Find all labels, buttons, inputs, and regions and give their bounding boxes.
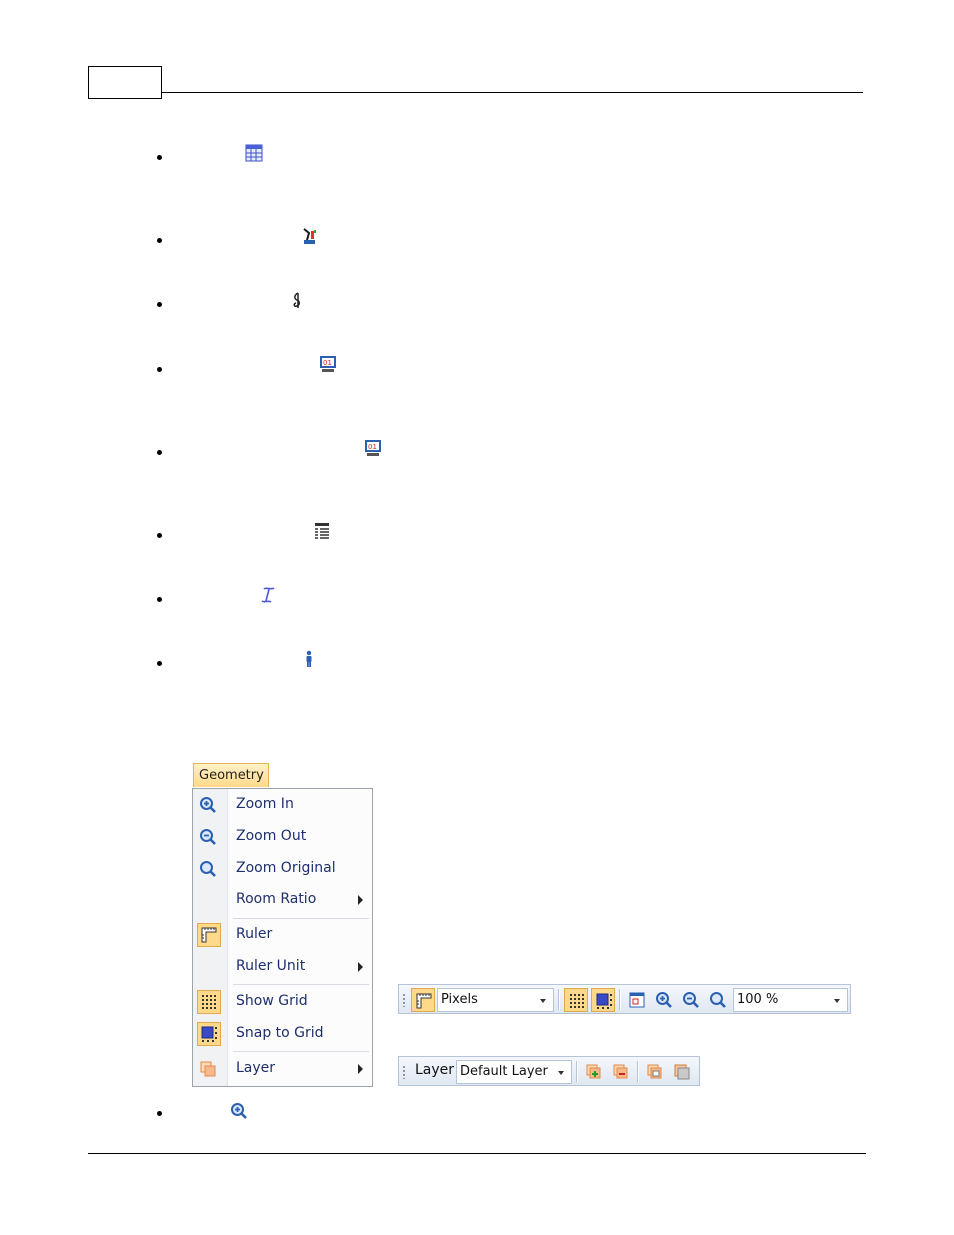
remove-layer-icon xyxy=(613,1064,628,1079)
menu-item-label: Zoom Original xyxy=(236,860,336,876)
snap-to-grid-button[interactable] xyxy=(591,988,615,1012)
ruler-icon xyxy=(416,993,432,1009)
menu-item-ruler-unit[interactable]: Ruler Unit xyxy=(193,952,372,982)
room-ratio-icon xyxy=(629,992,645,1008)
toolbar-separator xyxy=(576,1061,578,1082)
toolbar-separator xyxy=(637,1061,639,1082)
menu-separator xyxy=(233,1051,369,1052)
table-grid-icon xyxy=(245,144,263,162)
svg-text:01: 01 xyxy=(323,359,332,367)
grid-icon xyxy=(197,990,221,1014)
layer-toolbar: Layer Default Layer xyxy=(398,1056,700,1086)
binary-monitor-icon: 01 xyxy=(320,356,336,372)
binary-monitor-icon: 01 xyxy=(365,440,381,456)
submenu-arrow-icon xyxy=(358,895,363,905)
menu-item-zoom-out[interactable]: Zoom Out xyxy=(193,822,372,852)
menu-separator xyxy=(233,984,369,985)
submenu-arrow-icon xyxy=(358,962,363,972)
bullet xyxy=(157,155,162,160)
bullet xyxy=(157,661,162,666)
page-number-box xyxy=(88,66,162,99)
add-layer-icon xyxy=(586,1064,601,1079)
bullet xyxy=(157,1111,162,1116)
music-note-icon xyxy=(293,292,300,308)
menu-item-show-grid[interactable]: Show Grid xyxy=(193,987,372,1017)
layer-select[interactable]: Default Layer xyxy=(456,1060,572,1084)
list-icon xyxy=(315,523,329,539)
submenu-arrow-icon xyxy=(358,1064,363,1074)
add-layer-button[interactable] xyxy=(582,1060,606,1084)
zoom-in-icon xyxy=(656,992,672,1008)
bullet xyxy=(157,597,162,602)
zoom-in-button[interactable] xyxy=(652,988,676,1012)
geometry-menu-tab[interactable]: Geometry xyxy=(193,763,269,787)
footer-rule xyxy=(88,1153,866,1154)
menu-item-label: Zoom In xyxy=(236,796,294,812)
bullet xyxy=(157,302,162,307)
toolbar-separator xyxy=(619,989,621,1010)
menu-item-room-ratio[interactable]: Room Ratio xyxy=(193,885,372,915)
ruler-unit-select[interactable]: Pixels xyxy=(437,988,554,1012)
ruler-icon xyxy=(197,923,221,947)
show-grid-button[interactable] xyxy=(564,988,588,1012)
toolbar-grip[interactable] xyxy=(403,1065,405,1079)
bullet xyxy=(157,238,162,243)
menu-item-label: Zoom Out xyxy=(236,828,307,844)
zoom-original-icon xyxy=(200,861,216,877)
geometry-menu: Zoom In Zoom Out Zoom Original Room Rati… xyxy=(192,788,373,1087)
dropdown-arrow-icon xyxy=(834,999,840,1003)
person-icon xyxy=(306,650,312,667)
toolbar-grip[interactable] xyxy=(403,993,405,1007)
zoom-level-select[interactable]: 100 % xyxy=(733,988,848,1012)
menu-item-zoom-in[interactable]: Zoom In xyxy=(193,790,372,820)
layer-properties-icon xyxy=(647,1064,662,1079)
bullet xyxy=(157,367,162,372)
menu-item-label: Ruler xyxy=(236,926,273,942)
menu-item-zoom-original[interactable]: Zoom Original xyxy=(193,854,372,884)
layers-icon xyxy=(200,1061,216,1077)
zoom-out-button[interactable] xyxy=(679,988,703,1012)
snap-grid-icon xyxy=(197,1022,221,1046)
zoom-level-value: 100 % xyxy=(737,992,779,1007)
menu-item-layer[interactable]: Layer xyxy=(193,1054,372,1084)
ruler-button[interactable] xyxy=(411,988,435,1012)
zoom-original-icon xyxy=(710,992,726,1008)
zoom-out-icon xyxy=(200,829,216,845)
menu-item-label: Show Grid xyxy=(236,993,308,1009)
bullet xyxy=(157,533,162,538)
menu-item-label: Ruler Unit xyxy=(236,958,306,974)
ruler-unit-value: Pixels xyxy=(441,992,478,1007)
remove-layer-button[interactable] xyxy=(609,1060,633,1084)
menu-item-label: Layer xyxy=(236,1060,276,1076)
dropdown-arrow-icon xyxy=(540,999,546,1003)
dropdown-arrow-icon xyxy=(558,1071,564,1075)
menu-separator xyxy=(233,918,369,919)
layer-label: Layer xyxy=(415,1062,455,1078)
menu-item-label: Room Ratio xyxy=(236,891,317,907)
robot-arm-icon xyxy=(303,228,316,244)
snap-grid-icon xyxy=(596,993,612,1009)
header-rule xyxy=(162,92,863,93)
svg-text:01: 01 xyxy=(368,443,377,451)
menu-item-snap-to-grid[interactable]: Snap to Grid xyxy=(193,1019,372,1049)
bullet xyxy=(157,450,162,455)
menu-item-label: Snap to Grid xyxy=(236,1025,324,1041)
italic-formula-icon xyxy=(261,587,275,603)
zoom-original-button[interactable] xyxy=(706,988,730,1012)
layer-properties-button[interactable] xyxy=(643,1060,667,1084)
menu-item-ruler[interactable]: Ruler xyxy=(193,920,372,950)
zoom-in-icon xyxy=(231,1103,247,1119)
geometry-toolbar: Pixels 100 % xyxy=(398,984,851,1014)
grid-icon xyxy=(570,994,584,1008)
merge-layers-button[interactable] xyxy=(670,1060,694,1084)
toolbar-separator xyxy=(558,989,560,1010)
zoom-out-icon xyxy=(683,992,699,1008)
room-ratio-button[interactable] xyxy=(625,988,649,1012)
zoom-in-icon xyxy=(200,797,216,813)
layer-value: Default Layer xyxy=(460,1064,548,1079)
merge-layers-icon xyxy=(674,1064,690,1080)
